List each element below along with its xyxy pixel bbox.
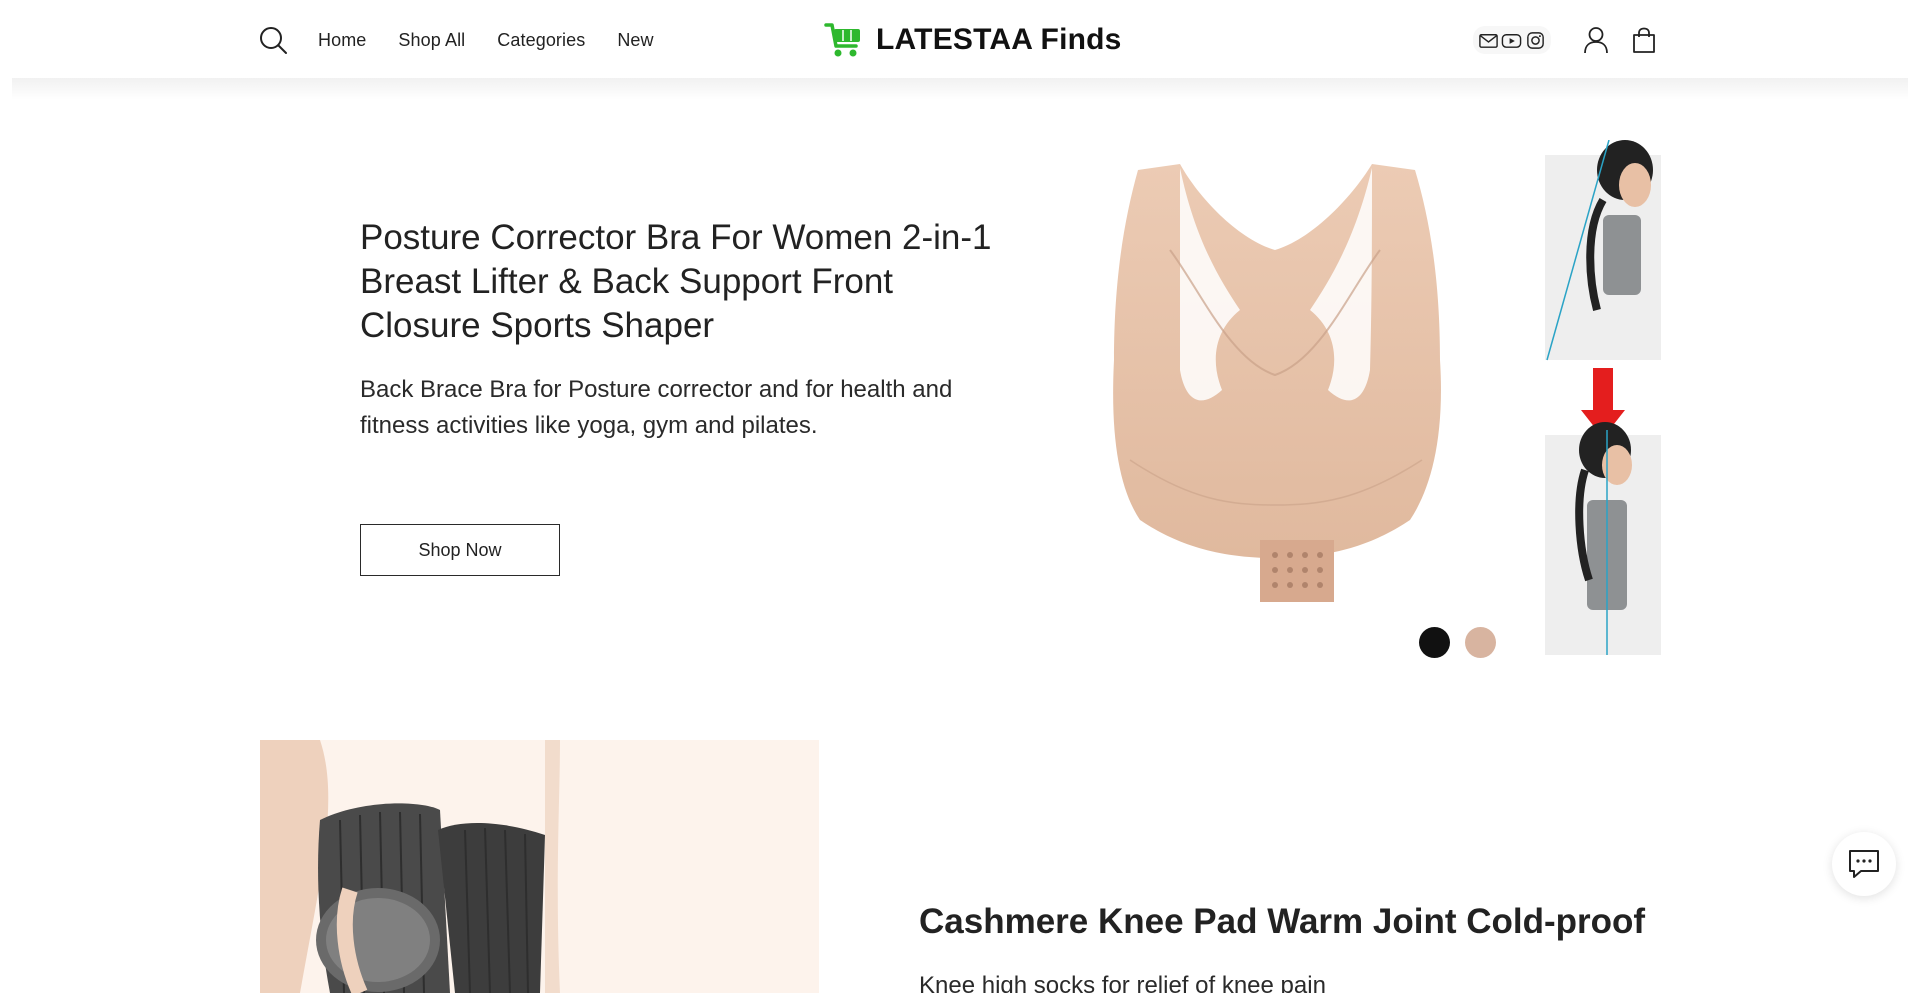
nav-shop-all[interactable]: Shop All [398,30,465,51]
section2-title: Cashmere Knee Pad Warm Joint Cold-proof [919,902,1646,941]
posture-bra-product-image[interactable] [1110,160,1540,610]
section2-description: Knee high socks for relief of knee pain [919,972,1326,993]
bag-icon[interactable] [1632,27,1656,53]
nav-categories[interactable]: Categories [497,30,585,51]
youtube-icon[interactable] [1501,30,1522,51]
search-icon[interactable] [258,25,288,55]
nav-new[interactable]: New [617,30,653,51]
knee-pad-product-image[interactable] [260,740,819,993]
shop-now-button[interactable]: Shop Now [360,524,560,576]
main-nav: Home Shop All Categories New [258,22,686,58]
nav-home[interactable]: Home [318,30,366,51]
hero-description: Back Brace Bra for Posture corrector and… [360,376,953,439]
email-icon[interactable] [1478,30,1499,51]
posture-before-after-image [1545,140,1661,655]
account-icon[interactable] [1583,26,1609,54]
chat-icon [1849,850,1879,878]
site-header: Home Shop All Categories New LATESTAA Fi… [0,0,1920,80]
site-logo[interactable]: LATESTAA Finds [824,18,1122,62]
logo-text: LATESTAA Finds [876,23,1122,56]
chat-button[interactable] [1832,832,1896,896]
cart-icon [824,23,860,57]
header-shadow [12,78,1908,100]
hero-title: Posture Corrector Bra For Women 2-in-1 B… [360,218,992,345]
social-links [1473,26,1551,54]
color-swatch-beige[interactable] [1465,627,1496,658]
color-swatch-black[interactable] [1419,627,1450,658]
instagram-icon[interactable] [1525,30,1546,51]
